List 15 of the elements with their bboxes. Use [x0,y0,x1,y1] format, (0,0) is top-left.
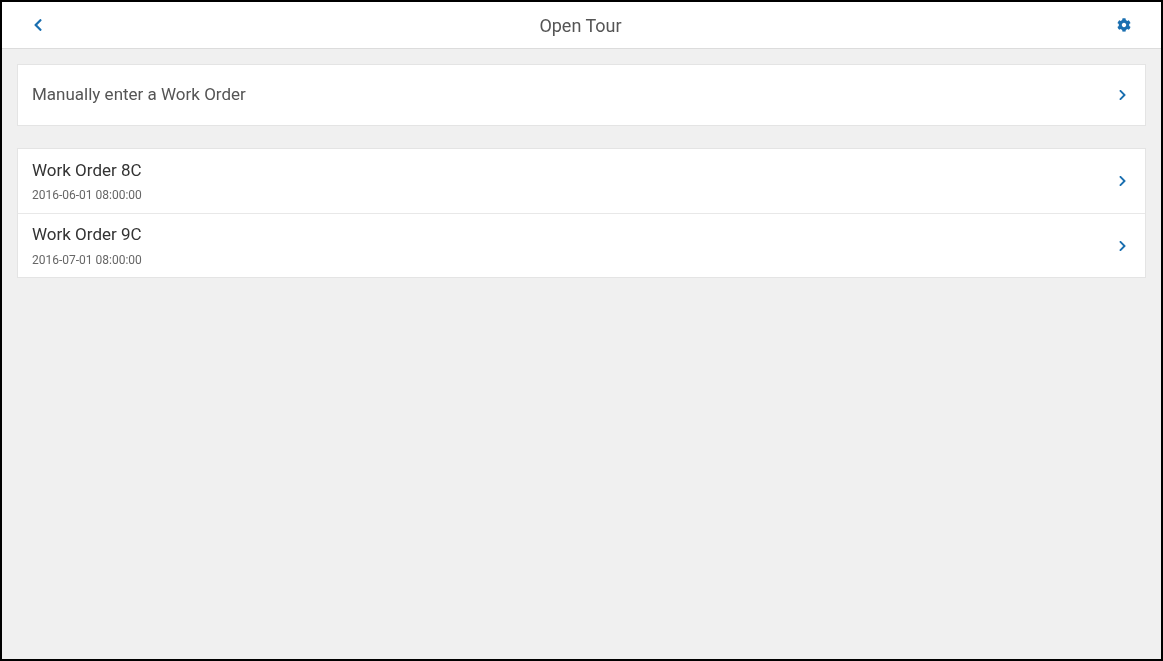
chevron-right-icon [1118,239,1127,252]
work-order-title: Work Order 9C [32,223,142,247]
work-order-item[interactable]: Work Order 8C 2016-06-01 08:00:00 [18,149,1145,213]
back-button[interactable] [32,18,44,32]
settings-button[interactable] [1117,18,1131,32]
manual-entry-item[interactable]: Manually enter a Work Order [17,64,1146,126]
settings-icon [1117,18,1131,32]
work-order-date: 2016-07-01 08:00:00 [32,251,142,269]
work-order-date: 2016-06-01 08:00:00 [32,187,142,205]
chevron-right-icon [1118,175,1127,187]
back-icon [32,18,44,32]
chevron-right-icon [1118,89,1127,101]
page-title: Open Tour [539,13,622,38]
work-order-title: Work Order 8C [32,158,142,182]
work-order-item[interactable]: Work Order 9C 2016-07-01 08:00:00 [18,213,1145,277]
